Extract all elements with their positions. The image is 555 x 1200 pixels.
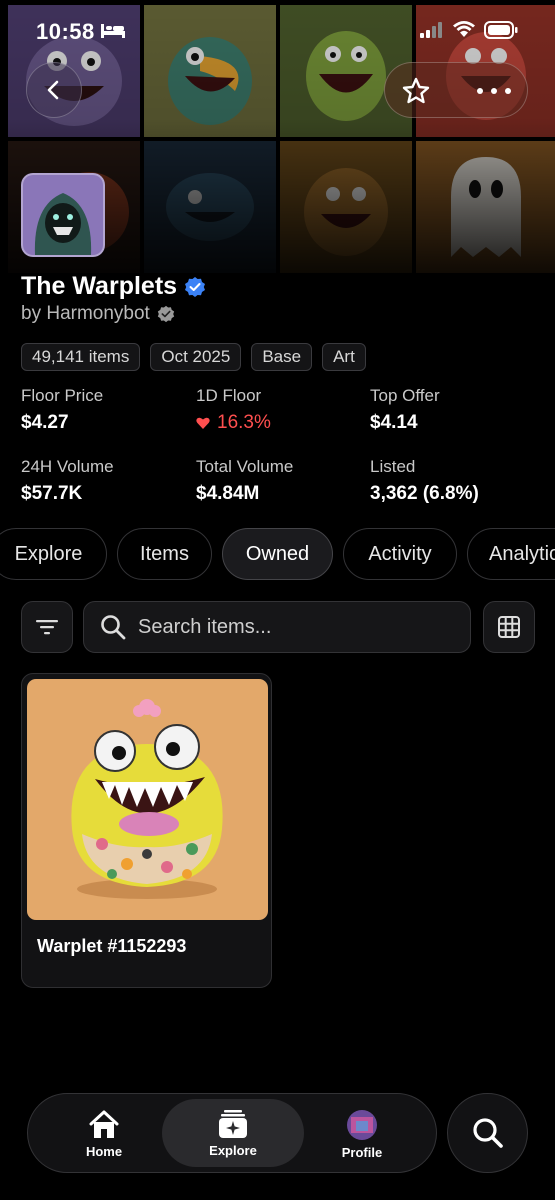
nav-home[interactable]: Home [68,1094,140,1174]
stat-label: Listed [370,457,416,476]
collection-title: The Warplets [21,272,178,300]
verified-badge-icon [185,276,206,297]
creator-row[interactable]: by Harmonybot [21,303,175,325]
stat-floor-price: Floor Price $4.27 [21,386,103,434]
stat-value: $57.7K [21,483,83,504]
dot-icon [505,88,511,94]
chevron-left-icon [47,80,59,100]
nft-card[interactable]: Warplet #1152293 [21,673,272,988]
stat-24h-volume: 24H Volume $57.7K [21,457,114,505]
status-bar: 10:58 [0,0,555,60]
search-input[interactable] [138,615,458,639]
collection-avatar [21,173,105,257]
bottom-navigation: Home Explore Profile [27,1093,437,1173]
search-icon [472,1118,503,1148]
explore-sparkle-icon [219,1109,247,1138]
dot-icon [477,88,483,94]
stat-1d-floor: 1D Floor 16.3% [196,386,271,434]
tag-category[interactable]: Art [322,343,366,371]
header-actions [384,62,528,118]
collection-title-row: The Warplets [21,272,206,301]
global-search-button[interactable] [447,1093,528,1173]
filter-lines-icon [36,620,58,635]
cellular-signal-icon [420,22,442,38]
nft-image [27,679,268,920]
wifi-icon [453,21,475,37]
tag-items-count: 49,141 items [21,343,141,371]
nav-profile-label: Profile [341,1144,383,1160]
stat-label: Top Offer [370,386,440,405]
stat-value: 16.3% [196,412,271,434]
down-heart-icon [196,417,210,429]
back-button[interactable] [26,62,82,118]
collection-tags: 49,141 items Oct 2025 Base Art [21,343,366,371]
filter-button[interactable] [21,601,73,653]
nav-explore-label: Explore [209,1142,257,1158]
stat-label: Total Volume [196,457,294,476]
tab-items[interactable]: Items [117,528,212,580]
stat-listed: Listed 3,362 (6.8%) [370,457,479,505]
tag-chain[interactable]: Base [251,343,313,371]
stat-label: Floor Price [21,386,104,405]
profile-avatar-icon [347,1109,377,1140]
stat-label: 1D Floor [196,386,262,405]
battery-icon [484,21,518,39]
home-icon [89,1110,119,1138]
creator-verified-icon [157,305,175,323]
stat-value: $4.84M [196,483,260,504]
stat-value: $4.27 [21,412,69,433]
nft-name: Warplet #1152293 [37,936,187,956]
collection-tabs: Explore Items Owned Activity Analytics [0,528,555,580]
status-time: 10:58 [36,19,95,44]
tag-date: Oct 2025 [150,343,242,371]
stat-value: 3,362 (6.8%) [370,483,479,504]
nav-explore[interactable]: Explore [162,1099,304,1167]
stat-value: $4.14 [370,412,418,433]
grid-view-button[interactable] [483,601,535,653]
search-bar[interactable] [83,601,471,653]
search-icon [101,615,126,640]
stat-top-offer: Top Offer $4.14 [370,386,440,434]
stat-label: 24H Volume [21,457,114,476]
tab-activity[interactable]: Activity [343,528,457,580]
dot-icon [491,88,497,94]
stat-total-volume: Total Volume $4.84M [196,457,293,505]
nav-profile[interactable]: Profile [326,1094,398,1174]
more-options-button[interactable] [477,79,511,103]
tab-analytics[interactable]: Analytics [467,528,555,580]
tab-explore[interactable]: Explore [0,528,107,580]
favorite-star-icon[interactable] [401,76,431,106]
tab-owned[interactable]: Owned [222,528,333,580]
grid-icon [498,616,520,638]
stat-value-text: 16.3% [217,412,271,433]
sleep-focus-icon [101,24,125,38]
nav-home-label: Home [85,1143,123,1159]
creator-name: by Harmonybot [21,303,150,324]
